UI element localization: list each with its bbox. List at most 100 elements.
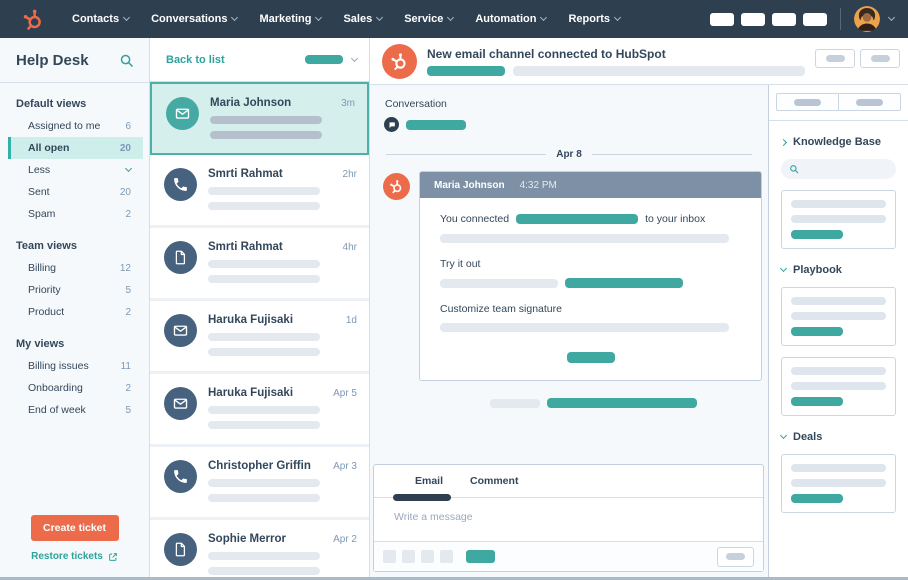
sidebar-item-less[interactable]: Less	[8, 159, 143, 181]
format-tool-placeholder[interactable]	[421, 550, 434, 563]
message-input[interactable]: Write a message	[374, 498, 763, 541]
message-text: You connected	[440, 213, 510, 225]
chevron-down-icon[interactable]	[887, 13, 896, 22]
sidebar-item-count: 2	[125, 306, 131, 318]
toggle-option-placeholder[interactable]	[776, 93, 838, 111]
section-toggle-knowledge-base[interactable]: Knowledge Base	[779, 136, 896, 148]
hubspot-logo-icon[interactable]	[22, 8, 45, 31]
format-tool-placeholder[interactable]	[440, 550, 453, 563]
sidebar-item-product[interactable]: Product 2	[8, 301, 143, 323]
tab-comment[interactable]: Comment	[470, 465, 518, 497]
ticket-item-sophie-merror[interactable]: Sophie Merror Apr 2	[150, 520, 369, 577]
header-action-button[interactable]	[860, 49, 900, 68]
text-placeholder	[791, 479, 886, 487]
navbar-tool-placeholder[interactable]	[710, 12, 734, 26]
ticket-item-christopher-griffin[interactable]: Christopher Griffin Apr 3	[150, 447, 369, 520]
nav-menu-label: Marketing	[259, 13, 312, 25]
composer-action-button[interactable]	[717, 546, 754, 567]
restore-tickets-link[interactable]: Restore tickets	[31, 551, 118, 562]
chevron-down-icon	[376, 13, 384, 22]
sidebar-item-onboarding[interactable]: Onboarding 2	[8, 377, 143, 399]
format-tool-placeholder[interactable]	[383, 550, 396, 563]
section-toggle-playbook[interactable]: Playbook	[779, 264, 896, 276]
sidebar-item-all-open[interactable]: All open 20	[8, 137, 143, 159]
navbar-tool-placeholder[interactable]	[741, 12, 765, 26]
cta-button-placeholder[interactable]	[566, 352, 615, 363]
ticket-summary: Smrti Rahmat 4hr	[208, 241, 357, 298]
nav-menu-marketing[interactable]: Marketing	[248, 13, 332, 25]
knowledge-base-card[interactable]	[781, 190, 896, 249]
playbook-card[interactable]	[781, 287, 896, 346]
message-header: Maria Johnson 4:32 PM	[420, 172, 761, 198]
navbar-divider	[840, 8, 841, 30]
user-avatar[interactable]	[854, 6, 880, 32]
navbar-tool-placeholder[interactable]	[772, 12, 796, 26]
nav-menu-conversations[interactable]: Conversations	[140, 13, 248, 25]
ticket-item-smrti-rahmat[interactable]: Smrti Rahmat 4hr	[150, 228, 369, 301]
link-placeholder[interactable]	[547, 398, 697, 408]
sidebar-item-spam[interactable]: Spam 2	[8, 203, 143, 225]
chevron-down-icon[interactable]	[350, 54, 359, 62]
playbook-card[interactable]	[781, 357, 896, 416]
navbar-tool-placeholder[interactable]	[803, 12, 827, 26]
ticket-time: 1d	[345, 315, 357, 326]
ticket-time: 4hr	[342, 242, 357, 253]
sidebar-item-label: All open	[28, 142, 70, 154]
section-toggle-deals[interactable]: Deals	[779, 431, 896, 443]
sidebar-item-label: Priority	[28, 284, 61, 296]
text-placeholder	[208, 552, 320, 560]
ticket-contact-name: Haruka Fujisaki	[208, 387, 294, 399]
ticket-meta-placeholders	[427, 65, 805, 76]
text-placeholder	[208, 348, 320, 356]
sidebar-item-end-of-week[interactable]: End of week 5	[8, 399, 143, 421]
header-action-button[interactable]	[815, 49, 855, 68]
nav-menu-service[interactable]: Service	[393, 13, 464, 25]
conversation-subheader	[384, 117, 768, 132]
nav-menu-label: Automation	[475, 13, 537, 25]
nav-menu-label: Sales	[343, 13, 373, 25]
text-placeholder	[440, 278, 558, 288]
back-to-list-link[interactable]: Back to list	[166, 54, 225, 66]
sidebar-item-billing[interactable]: Billing 12	[8, 257, 143, 279]
context-section-deals: Deals	[779, 431, 896, 513]
sort-placeholder[interactable]	[305, 55, 343, 64]
nav-menu-sales[interactable]: Sales	[332, 13, 393, 25]
link-placeholder	[791, 230, 843, 239]
search-icon[interactable]	[119, 53, 134, 68]
text-placeholder	[490, 398, 540, 408]
send-button-placeholder[interactable]	[466, 550, 495, 563]
nav-menu-reports[interactable]: Reports	[557, 13, 631, 25]
ticket-item-haruka-fujisaki[interactable]: Haruka Fujisaki 1d	[150, 301, 369, 374]
ticket-item-haruka-fujisaki[interactable]: Haruka Fujisaki Apr 5	[150, 374, 369, 447]
sidebar-footer: Create ticket Restore tickets	[0, 505, 149, 577]
message-line	[440, 278, 741, 288]
sidebar-section-my-views: My views Billing issues 11 Onboarding 2 …	[0, 338, 149, 421]
ticket-detail-title-block: New email channel connected to HubSpot	[427, 47, 805, 76]
sidebar-section-title: My views	[16, 338, 65, 350]
tab-email[interactable]: Email	[392, 465, 452, 501]
ticket-list-header: Back to list	[150, 38, 369, 82]
create-ticket-button[interactable]: Create ticket	[30, 515, 119, 541]
nav-menu-contacts[interactable]: Contacts	[61, 13, 140, 25]
ticket-item-smrti-rahmat[interactable]: Smrti Rahmat 2hr	[150, 155, 369, 228]
message-line: You connected to your inbox	[440, 213, 741, 225]
toggle-option-placeholder[interactable]	[838, 93, 901, 111]
ticket-subject: New email channel connected to HubSpot	[427, 46, 666, 61]
date-divider: Apr 8	[386, 149, 752, 160]
sidebar-item-sent[interactable]: Sent 20	[8, 181, 143, 203]
sidebar-item-priority[interactable]: Priority 5	[8, 279, 143, 301]
ticket-list-column: Back to list Maria Johnson 3m Smrti Rahm…	[150, 38, 370, 577]
format-tool-placeholder[interactable]	[402, 550, 415, 563]
nav-menu-automation[interactable]: Automation	[464, 13, 557, 25]
text-placeholder	[791, 382, 886, 390]
ticket-item-maria-johnson[interactable]: Maria Johnson 3m	[150, 82, 369, 155]
sidebar-item-billing-issues[interactable]: Billing issues 11	[8, 355, 143, 377]
inline-placeholder	[516, 214, 639, 224]
nav-menu-label: Contacts	[72, 13, 120, 25]
sidebar-item-assigned-to-me[interactable]: Assigned to me 6	[8, 115, 143, 137]
link-placeholder[interactable]	[565, 278, 683, 288]
message-text: to your inbox	[645, 213, 706, 225]
knowledge-base-search-input[interactable]	[781, 159, 896, 179]
ticket-contact-name: Christopher Griffin	[208, 460, 311, 472]
deals-card[interactable]	[781, 454, 896, 513]
